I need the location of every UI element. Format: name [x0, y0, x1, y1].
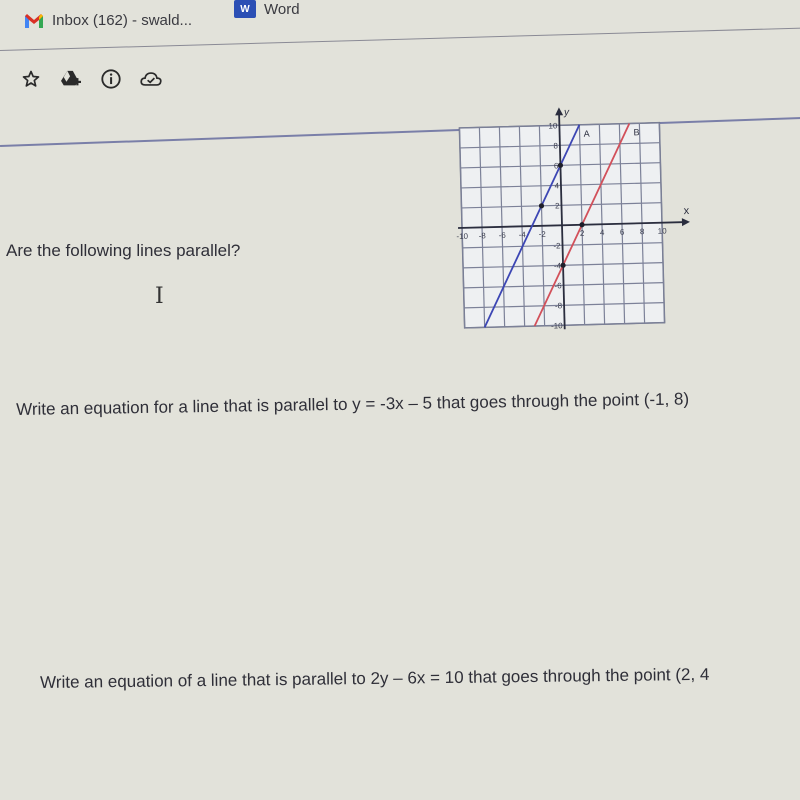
x-tick-label: 6: [620, 228, 625, 237]
x-tick-label: 2: [580, 229, 585, 238]
y-tick-label: -10: [551, 321, 563, 330]
y-axis-label: y: [563, 107, 570, 118]
bookmark-word-label: Word: [264, 0, 300, 18]
star-icon[interactable]: [20, 68, 42, 90]
y-tick-label: 2: [555, 201, 560, 210]
bookmarks-bar: Inbox (162) - swald... W Word: [0, 0, 800, 44]
x-tick-label: -2: [539, 230, 547, 239]
y-tick-label: 10: [548, 121, 558, 130]
x-tick-label: 10: [658, 227, 668, 236]
line-label-b: B: [633, 127, 639, 137]
x-tick-label: -10: [456, 232, 468, 241]
y-tick-label: 4: [554, 181, 559, 190]
graph-svg: xy-10 -8 -6 -4 -2 2 4 6 8 10-10-8-6-4-2246810A B: [456, 107, 690, 331]
question-1: Are the following lines parallel?: [6, 241, 241, 260]
y-tick-label: -8: [555, 301, 563, 310]
info-icon[interactable]: [100, 68, 122, 90]
x-axis-label: x: [684, 205, 690, 217]
bookmark-gmail-label: Inbox (162) - swald...: [52, 12, 193, 29]
x-tick-label: 4: [600, 228, 605, 237]
y-tick-label: 8: [553, 141, 558, 150]
line-label-a: A: [583, 129, 589, 139]
bookmark-word[interactable]: W Word: [234, 0, 300, 18]
document-toolbar: [20, 68, 162, 90]
y-axis-arrow: [555, 107, 564, 116]
word-icon: W: [234, 0, 256, 18]
x-axis-arrow: [681, 218, 690, 227]
question-2: Write an equation for a line that is par…: [16, 389, 690, 419]
x-tick-label: -6: [499, 231, 507, 240]
cloud-check-icon[interactable]: [140, 68, 162, 90]
coordinate-graph: x y -10 -8 -6 -4 -2 2 4 6 8 10 -10 -8 -6 -4 -2 2 4 6 8 10 A B: [445, 102, 701, 348]
x-tick-label: -4: [519, 230, 527, 239]
bookmark-gmail[interactable]: Inbox (162) - swald...: [24, 12, 192, 29]
y-tick-label: -2: [553, 241, 561, 250]
x-tick-label: -8: [479, 231, 487, 240]
drive-add-icon[interactable]: [60, 68, 82, 90]
x-tick-label: 8: [640, 227, 645, 236]
gmail-icon: [24, 13, 44, 29]
text-cursor-icon: I: [155, 284, 164, 309]
question-3: Write an equation of a line that is para…: [40, 664, 710, 692]
